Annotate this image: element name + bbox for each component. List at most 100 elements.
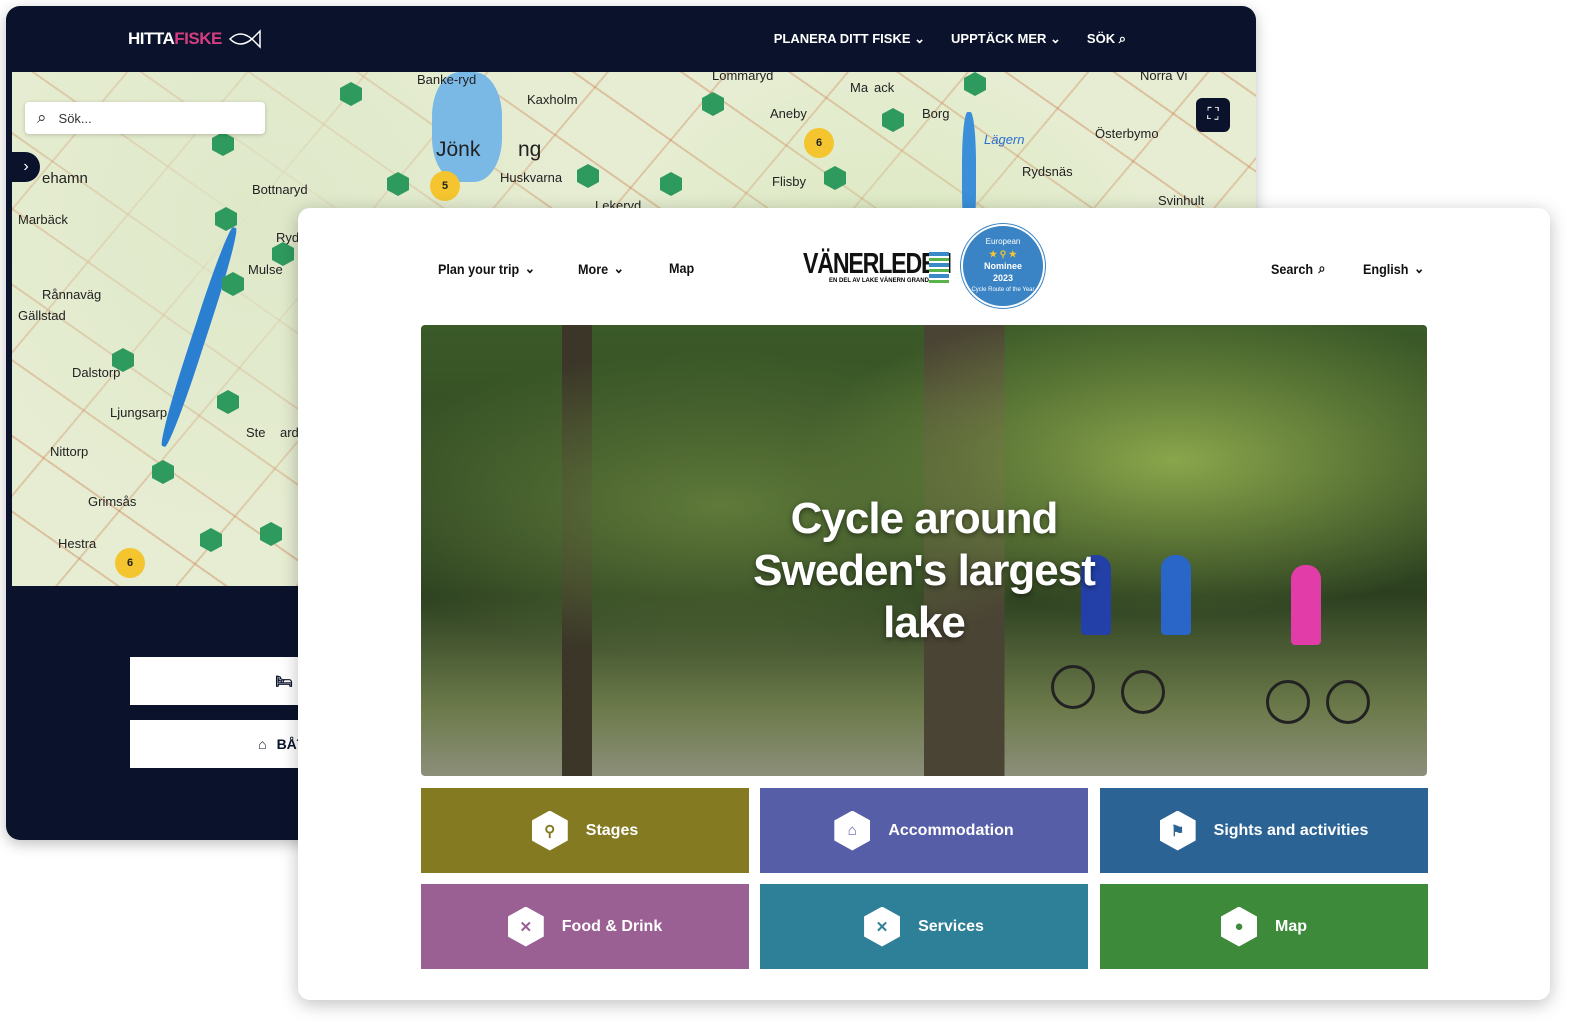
badge-top: European	[985, 237, 1021, 246]
nav-label: More	[578, 260, 609, 277]
fishing-spot-pin[interactable]	[824, 166, 846, 190]
bike-wheel	[1051, 665, 1095, 709]
hittafiske-header: HITTA FISKE PLANERA DITT FISKE ⌄ UPPTÄCK …	[6, 6, 1256, 72]
fullscreen-button[interactable]: ⛶	[1196, 98, 1230, 132]
place-label: ehamn	[42, 170, 88, 187]
place-label: ack	[874, 80, 895, 95]
fishing-spot-pin[interactable]	[200, 528, 222, 552]
chevron-down-icon: ⌄	[1413, 260, 1425, 276]
search-icon: ⌕	[1318, 260, 1326, 276]
badge-nominee: Nominee	[983, 261, 1022, 271]
place-label: ng	[518, 138, 542, 161]
place-label: Ma	[850, 80, 869, 95]
nav-more[interactable]: More ⌄	[578, 260, 624, 277]
house-icon: ⌂	[258, 736, 267, 752]
fishing-spot-pin[interactable]	[340, 82, 362, 106]
fishing-spot-pin[interactable]	[577, 164, 599, 188]
search-placeholder: Sök...	[58, 110, 92, 126]
fish-icon	[228, 29, 261, 49]
place-label: Dalstorp	[72, 365, 121, 380]
cutlery-icon: ✕	[507, 906, 544, 947]
nav-planera[interactable]: PLANERA DITT FISKE ⌄	[774, 31, 925, 47]
waves-logo-icon	[929, 252, 949, 284]
place-label: Lommaryd	[712, 72, 774, 83]
place-label: Marbäck	[18, 212, 68, 227]
place-label: Nittorp	[50, 444, 89, 459]
tile-services[interactable]: ✕ Services	[760, 884, 1088, 969]
place-label: Österbymo	[1095, 126, 1159, 141]
fishing-spot-pin[interactable]	[964, 72, 986, 96]
map-search-input[interactable]: ⌕ Sök...	[25, 102, 265, 134]
fishing-spot-pin[interactable]	[260, 522, 282, 546]
nav-label: Map	[669, 260, 695, 276]
search-icon: ⌕	[37, 108, 47, 127]
place-label: Rydsnäs	[1022, 164, 1073, 179]
nav-sok[interactable]: SÖK ⌕	[1087, 31, 1126, 47]
place-label: Hestra	[58, 536, 97, 551]
hero-title: Cycle around Sweden's largest lake	[753, 494, 1096, 647]
tile-accommodation[interactable]: ⌂ Accommodation	[760, 788, 1088, 873]
nav-label: SÖK	[1086, 31, 1116, 46]
fishing-spot-pin[interactable]	[152, 460, 174, 484]
chevron-down-icon: ⌄	[613, 260, 625, 276]
place-label: Ljungsarp	[110, 405, 168, 420]
tile-label: Food & Drink	[561, 917, 663, 935]
place-label: Bottnaryd	[252, 182, 308, 197]
nominee-badge: European ★ ⚲ ★ Nominee 2023 Cycle Route …	[961, 224, 1045, 308]
tile-label: Sights and activities	[1213, 821, 1369, 839]
place-label: Jönk	[436, 138, 481, 161]
tile-label: Accommodation	[888, 821, 1014, 839]
nav-label: PLANERA DITT FISKE	[773, 31, 911, 46]
lake-vattern	[432, 72, 502, 182]
house-icon: ⌂	[834, 810, 871, 851]
place-label: Borg	[922, 106, 950, 121]
tile-stages[interactable]: ⚲ Stages	[421, 788, 749, 873]
logo-text-fiske: FISKE	[174, 29, 222, 48]
chevron-right-icon: ›	[23, 158, 29, 175]
expand-icon: ⛶	[1207, 106, 1219, 123]
place-label: Flisby	[772, 174, 806, 189]
nav-label: Search	[1271, 260, 1314, 277]
fishing-spot-pin[interactable]	[702, 92, 724, 116]
hittafiske-logo[interactable]: HITTA FISKE	[128, 28, 262, 50]
place-label: Ryd	[276, 230, 300, 245]
tile-sights[interactable]: ⚑ Sights and activities	[1100, 788, 1428, 873]
fishing-spot-pin[interactable]	[212, 132, 234, 156]
place-label: Huskvarna	[500, 170, 563, 185]
tile-label: Services	[918, 917, 984, 935]
nav-plan-your-trip[interactable]: Plan your trip ⌄	[438, 260, 535, 277]
search-icon: ⌕	[1118, 31, 1126, 46]
fishing-spot-pin[interactable]	[882, 108, 904, 132]
fishing-spot-pin[interactable]	[660, 172, 682, 196]
map-pin-icon: ●	[1221, 906, 1257, 947]
fishing-spot-pin[interactable]	[387, 172, 409, 196]
map-cluster[interactable]: 6	[804, 128, 834, 158]
nav-upptack[interactable]: UPPTÄCK MER ⌄	[951, 31, 1061, 47]
chevron-down-icon: ⌄	[524, 260, 536, 276]
search-button[interactable]: Search ⌕	[1271, 260, 1325, 277]
lake	[156, 225, 242, 449]
place-label: Ste	[246, 425, 266, 440]
nav-label: English	[1363, 260, 1409, 277]
tile-food-drink[interactable]: ✕ Food & Drink	[421, 884, 749, 969]
bed-icon: 🛏	[275, 672, 293, 689]
map-cluster[interactable]: 6	[115, 548, 145, 578]
place-label: Lägern	[984, 132, 1025, 147]
language-select[interactable]: English ⌄	[1363, 260, 1424, 277]
hero-image: Cycle around Sweden's largest lake	[421, 325, 1427, 776]
map-cluster[interactable]: 5	[430, 171, 460, 201]
bicycle-icon: ★ ⚲ ★	[989, 249, 1017, 259]
place-label: Mulse	[248, 262, 283, 277]
place-label: Gällstad	[18, 308, 66, 323]
tile-map[interactable]: ● Map	[1100, 884, 1428, 969]
place-label: Rånnaväg	[42, 287, 102, 302]
place-label: Banke-ryd	[417, 72, 477, 87]
fishing-spot-pin[interactable]	[217, 390, 239, 414]
place-label: Aneby	[770, 106, 807, 121]
chevron-down-icon: ⌄	[914, 31, 926, 46]
tools-icon: ✕	[864, 906, 901, 947]
tile-label: Stages	[585, 821, 639, 839]
signpost-icon: ⚑	[1159, 810, 1196, 851]
nav-map[interactable]: Map	[669, 260, 694, 276]
tile-label: Map	[1275, 917, 1307, 935]
